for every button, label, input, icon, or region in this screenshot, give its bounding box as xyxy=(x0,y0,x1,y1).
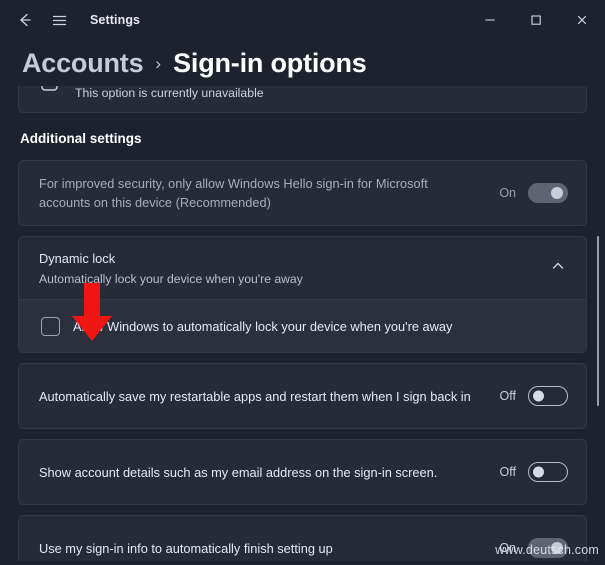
toggle-knob xyxy=(551,187,563,199)
dynamic-lock-checkbox[interactable] xyxy=(41,316,60,336)
hamburger-menu-icon xyxy=(52,15,66,25)
close-icon xyxy=(577,15,587,25)
dynamic-lock-expander-header[interactable]: Dynamic lock Automatically lock your dev… xyxy=(19,237,586,299)
settings-scroll-area[interactable]: This option is currently unavailable Add… xyxy=(0,86,605,561)
setting-card-show-account-details[interactable]: Show account details such as my email ad… xyxy=(18,439,587,505)
dynamic-lock-checkbox-row[interactable]: Allow Windows to automatically lock your… xyxy=(19,300,586,352)
setting-label-restartable-apps: Automatically save my restartable apps a… xyxy=(39,388,471,404)
settings-window: Settings Accounts › Sign-in options This… xyxy=(0,0,605,565)
minimize-button[interactable] xyxy=(467,4,513,36)
maximize-icon xyxy=(531,15,541,25)
dynamic-lock-title: Dynamic lock xyxy=(39,250,116,266)
toggle-show-account-details[interactable] xyxy=(528,462,568,482)
setting-state-windows-hello-only: On xyxy=(499,186,516,200)
setting-card-restartable-apps[interactable]: Automatically save my restartable apps a… xyxy=(18,363,587,429)
dynamic-lock-subtitle: Automatically lock your device when you'… xyxy=(39,271,303,286)
setting-label-show-account-details: Show account details such as my email ad… xyxy=(39,464,438,480)
back-button[interactable] xyxy=(8,5,42,35)
breadcrumb-separator-icon: › xyxy=(155,54,162,73)
toggle-knob xyxy=(551,542,563,554)
toggle-knob xyxy=(533,390,544,402)
key-glyph xyxy=(41,86,58,91)
toggle-windows-hello-only[interactable] xyxy=(528,183,568,203)
setting-label-use-signin-info: Use my sign-in info to automatically fin… xyxy=(39,540,333,556)
setting-state-use-signin-info: On xyxy=(499,541,516,555)
setting-card-use-signin-info[interactable]: Use my sign-in info to automatically fin… xyxy=(18,515,587,561)
chevron-up-glyph xyxy=(552,262,564,269)
maximize-button[interactable] xyxy=(513,4,559,36)
toggle-restartable-apps[interactable] xyxy=(528,386,568,406)
chevron-up-icon[interactable] xyxy=(550,258,566,279)
breadcrumb: Accounts › Sign-in options xyxy=(0,40,605,86)
section-heading-additional-settings: Additional settings xyxy=(20,131,142,146)
title-bar: Settings xyxy=(0,0,605,40)
setting-state-restartable-apps: Off xyxy=(499,389,516,403)
toggle-knob xyxy=(533,466,544,478)
setting-label-windows-hello-only: For improved security, only allow Window… xyxy=(39,176,428,210)
app-title: Settings xyxy=(90,13,141,27)
scrollbar-track[interactable] xyxy=(592,86,602,561)
clipped-card-text: This option is currently unavailable xyxy=(75,86,264,100)
setting-card-windows-hello-only[interactable]: For improved security, only allow Window… xyxy=(18,160,587,226)
clipped-setting-card[interactable]: This option is currently unavailable xyxy=(18,86,587,113)
setting-card-dynamic-lock[interactable]: Dynamic lock Automatically lock your dev… xyxy=(18,236,587,353)
setting-state-show-account-details: Off xyxy=(499,465,516,479)
scrollbar-thumb[interactable] xyxy=(596,236,599,406)
toggle-use-signin-info[interactable] xyxy=(528,538,568,558)
hamburger-menu-button[interactable] xyxy=(42,5,76,35)
security-key-icon xyxy=(39,86,63,100)
dynamic-lock-checkbox-label: Allow Windows to automatically lock your… xyxy=(73,318,453,334)
minimize-icon xyxy=(485,19,495,21)
back-arrow-icon xyxy=(20,13,31,27)
page-title: Sign-in options xyxy=(173,48,367,78)
window-controls xyxy=(467,0,605,40)
close-button[interactable] xyxy=(559,4,605,36)
breadcrumb-parent-accounts[interactable]: Accounts xyxy=(22,48,144,79)
